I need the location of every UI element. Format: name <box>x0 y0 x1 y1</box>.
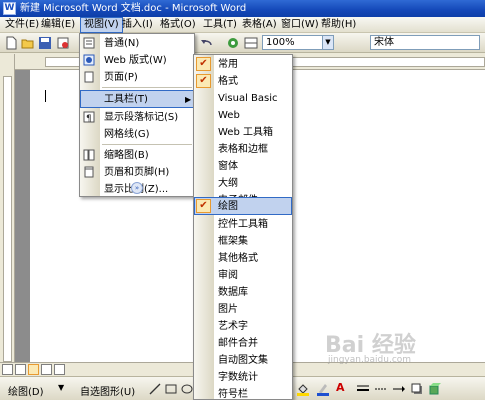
watermark-url: jingyan.baidu.com <box>328 355 412 365</box>
shadow-style-icon[interactable] <box>410 382 424 399</box>
toolbar-item-word-count[interactable]: 字数统计 <box>194 369 292 386</box>
view-menu-item-toolbars[interactable]: 工具栏(T) ▶ <box>80 90 194 108</box>
menu-bar: 文件(E) 编辑(E) 视图(V) 插入(I) 格式(O) 工具(T) 表格(A… <box>0 17 485 33</box>
toolbar-item-picture[interactable]: 图片 <box>194 301 292 318</box>
view-menu-item-normal[interactable]: 普通(N) <box>80 35 194 52</box>
line-icon[interactable] <box>148 382 162 399</box>
zoom-select[interactable]: 100% ▼ <box>262 35 334 50</box>
toolbar-item-outlining[interactable]: 大纲 <box>194 175 292 192</box>
text-caret <box>45 90 46 102</box>
menu-tools[interactable]: 工具(T) <box>200 17 240 33</box>
toolbar-item-formatting[interactable]: ✔ 格式 <box>194 73 292 90</box>
view-menu: 普通(N) Web 版式(W) 页面(P) 工具栏(T) ▶ ¶ 显示段落标记(… <box>79 33 195 197</box>
title-bar: W 新建 Microsoft Word 文档.doc - Microsoft W… <box>0 0 485 17</box>
web-view-button[interactable] <box>15 364 26 375</box>
tab-selector[interactable] <box>0 54 15 70</box>
print-layout-icon <box>83 71 95 83</box>
checkmark-icon: ✔ <box>196 57 211 71</box>
menu-view[interactable]: 视图(V) <box>80 17 123 33</box>
permission-icon[interactable] <box>56 36 70 50</box>
toolbar-item-forms[interactable]: 窗体 <box>194 158 292 175</box>
autoshapes-button[interactable]: 自选图形(U) <box>80 383 135 398</box>
view-menu-item-show-paragraph-marks[interactable]: ¶ 显示段落标记(S) <box>80 109 194 126</box>
open-folder-icon[interactable] <box>21 36 35 50</box>
zoom-value: 100% <box>266 37 295 48</box>
paragraph-mark-icon: ¶ <box>83 111 95 124</box>
toolbar-item-standard[interactable]: ✔ 常用 <box>194 56 292 73</box>
3d-style-icon[interactable] <box>428 382 442 399</box>
arrow-style-icon[interactable] <box>392 382 406 399</box>
select-objects-icon[interactable]: ▼ <box>58 383 64 392</box>
oval-icon[interactable] <box>180 382 194 399</box>
view-menu-item-print-layout[interactable]: 页面(P) <box>80 69 194 86</box>
dash-style-icon[interactable] <box>374 382 388 399</box>
thumbnail-icon <box>83 149 95 161</box>
outline-view-button[interactable] <box>41 364 52 375</box>
view-menu-item-header-footer[interactable]: 页眉和页脚(H) <box>80 164 194 181</box>
toolbar-item-wordart[interactable]: 艺术字 <box>194 318 292 335</box>
fill-color-icon[interactable] <box>296 382 310 399</box>
word-app-icon: W <box>3 2 16 15</box>
draw-menu-button[interactable]: 绘图(D) <box>8 383 44 398</box>
view-menu-item-web-layout[interactable]: Web 版式(W) <box>80 52 194 69</box>
toolbar-item-database[interactable]: 数据库 <box>194 284 292 301</box>
toolbar-item-autotext[interactable]: 自动图文集 <box>194 352 292 369</box>
toolbar-item-mail-merge[interactable]: 邮件合并 <box>194 335 292 352</box>
save-icon[interactable] <box>38 36 52 50</box>
menu-file[interactable]: 文件(E) <box>2 17 42 33</box>
toolbar-item-tables-borders[interactable]: 表格和边框 <box>194 141 292 158</box>
insert-hyperlink-icon[interactable] <box>226 36 240 50</box>
web-layout-icon <box>83 54 95 66</box>
toolbar-item-web-tools[interactable]: Web 工具箱 <box>194 124 292 141</box>
print-layout-button[interactable] <box>28 364 39 375</box>
font-name-select[interactable]: 宋体 <box>370 35 480 50</box>
checkmark-icon: ✔ <box>196 199 211 213</box>
line-color-icon[interactable] <box>316 382 330 399</box>
menu-format[interactable]: 格式(O) <box>157 17 199 33</box>
toolbar-item-frames[interactable]: 框架集 <box>194 233 292 250</box>
menu-window[interactable]: 窗口(W) <box>278 17 322 33</box>
menu-table[interactable]: 表格(A) <box>239 17 280 33</box>
toolbar-item-control-toolbox[interactable]: 控件工具箱 <box>194 216 292 233</box>
menu-edit[interactable]: 编辑(E) <box>38 17 78 33</box>
undo-icon[interactable] <box>199 36 213 50</box>
window-title: 新建 Microsoft Word 文档.doc - Microsoft Wor… <box>20 3 247 14</box>
rectangle-icon[interactable] <box>164 382 178 399</box>
expand-menu-icon[interactable]: » <box>131 182 143 194</box>
toolbars-submenu: ✔ 常用 ✔ 格式 Visual Basic Web Web 工具箱 表格和边框… <box>193 54 293 400</box>
view-menu-item-gridlines[interactable]: 网格线(G) <box>80 126 194 143</box>
chevron-down-icon[interactable]: ▼ <box>322 36 333 49</box>
toolbar-item-drawing[interactable]: ✔ 绘图 <box>194 197 292 215</box>
vertical-ruler[interactable] <box>0 70 15 362</box>
reading-view-button[interactable] <box>54 364 65 375</box>
normal-view-icon <box>83 37 95 49</box>
font-name-value: 宋体 <box>374 37 394 48</box>
normal-view-button[interactable] <box>2 364 13 375</box>
toolbar-item-reviewing[interactable]: 审阅 <box>194 267 292 284</box>
view-menu-item-thumbnails[interactable]: 缩略图(B) <box>80 147 194 164</box>
checkmark-icon: ✔ <box>196 74 211 88</box>
tables-borders-icon[interactable] <box>244 36 258 50</box>
toolbar-item-symbol-bar[interactable]: 符号栏 <box>194 386 292 400</box>
menu-insert[interactable]: 插入(I) <box>119 17 156 33</box>
toolbar-item-other-formatting[interactable]: 其他格式 <box>194 250 292 267</box>
standard-toolbar: 100% ▼ 宋体 <box>0 33 485 53</box>
menu-help[interactable]: 帮助(H) <box>318 17 359 33</box>
header-footer-icon <box>83 166 95 178</box>
submenu-arrow-icon: ▶ <box>185 95 192 104</box>
svg-text:¶: ¶ <box>86 114 92 123</box>
font-color-icon[interactable]: A <box>336 381 345 394</box>
toolbar-item-visual-basic[interactable]: Visual Basic <box>194 90 292 107</box>
line-style-icon[interactable] <box>356 382 370 399</box>
toolbar-item-web[interactable]: Web <box>194 107 292 124</box>
new-document-icon[interactable] <box>4 36 18 50</box>
